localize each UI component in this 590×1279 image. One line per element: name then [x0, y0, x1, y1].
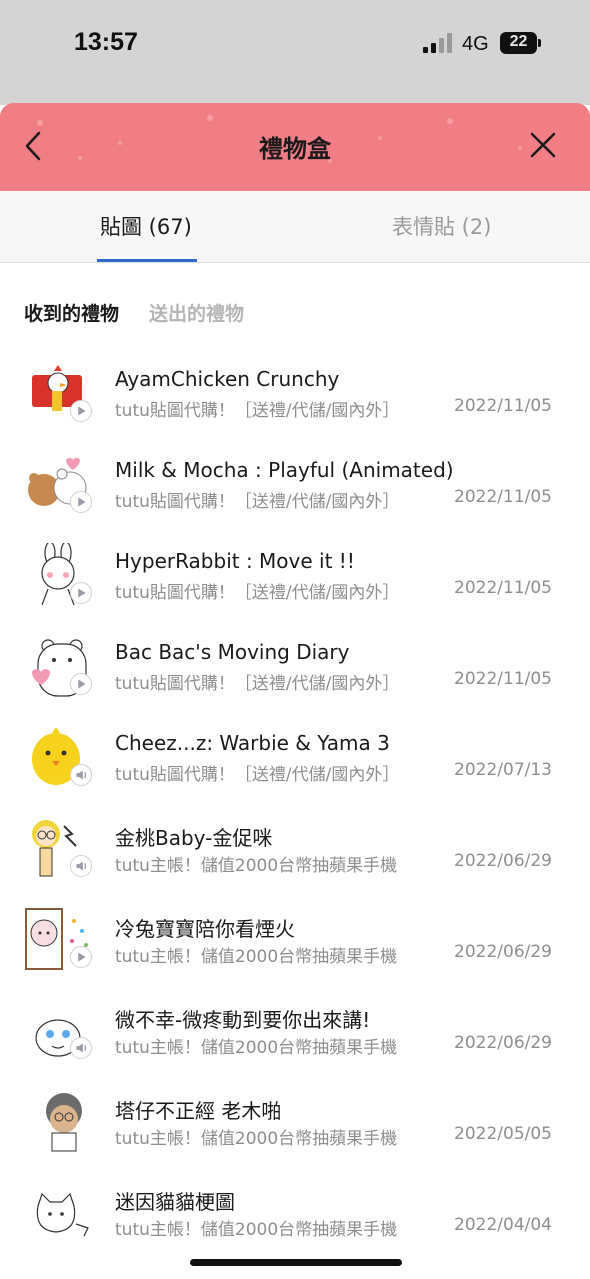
sticker-title: Bac Bac's Moving Diary — [115, 640, 350, 664]
status-bar: 13:57 4G 22 — [0, 0, 590, 105]
lady-sticker-icon — [46, 1093, 82, 1152]
sound-icon — [70, 764, 92, 786]
gift-date: 2022/06/29 — [454, 1033, 552, 1053]
status-time: 13:57 — [74, 28, 138, 56]
play-icon — [70, 491, 92, 513]
sender-name: tutu貼圖代購！［送禮/代儲/國內外］ — [115, 583, 400, 603]
gift-date: 2022/05/05 — [454, 1124, 552, 1144]
sticker-title: 金桃Baby-金促咪 — [115, 826, 273, 850]
list-item[interactable]: AyamChicken Crunchy tutu貼圖代購！［送禮/代儲/國內外］… — [0, 345, 590, 436]
gift-date: 2022/07/13 — [454, 760, 552, 780]
gift-box-sheet: 禮物盒 貼圖 (67) 表情貼 (2) 收到的禮物 送出的禮物 AyamChic… — [0, 103, 590, 1279]
tab-stickers[interactable]: 貼圖 (67) — [100, 211, 192, 241]
signal-icon — [423, 33, 452, 53]
page-title: 禮物盒 — [259, 135, 331, 163]
sender-name: tutu主帳！儲值2000台幣抽蘋果手機 — [115, 1038, 398, 1058]
sender-name: tutu貼圖代購！［送禮/代儲/國內外］ — [115, 765, 400, 785]
gift-date: 2022/06/29 — [454, 942, 552, 962]
gift-date: 2022/11/05 — [454, 487, 552, 507]
network-type: 4G — [462, 33, 489, 55]
sender-name: tutu主帳！儲值2000台幣抽蘋果手機 — [115, 1129, 398, 1149]
sender-name: tutu主帳！儲值2000台幣抽蘋果手機 — [115, 1220, 398, 1240]
list-item[interactable]: Bac Bac's Moving Diary tutu貼圖代購！［送禮/代儲/國… — [0, 618, 590, 709]
sound-icon — [70, 1037, 92, 1059]
list-item[interactable]: HyperRabbit : Move it !! tutu貼圖代購！［送禮/代儲… — [0, 527, 590, 618]
sticker-title: Milk & Mocha : Playful (Animated) — [115, 458, 454, 482]
gift-date: 2022/11/05 — [454, 669, 552, 689]
tab-emoji[interactable]: 表情貼 (2) — [392, 211, 491, 241]
list-item[interactable]: 冷兔寶寶陪你看煙火 tutu主帳！儲值2000台幣抽蘋果手機 2022/06/2… — [0, 891, 590, 982]
cat-sticker-icon — [36, 1192, 89, 1237]
list-item[interactable]: Cheez...z: Warbie & Yama 3 tutu貼圖代購！［送禮/… — [0, 709, 590, 800]
close-button[interactable] — [524, 127, 564, 167]
sender-name: tutu貼圖代購！［送禮/代儲/國內外］ — [115, 492, 400, 512]
home-indicator[interactable] — [190, 1259, 402, 1266]
sender-name: tutu貼圖代購！［送禮/代儲/國內外］ — [115, 401, 400, 421]
list-item[interactable]: Milk & Mocha : Playful (Animated) tutu貼圖… — [0, 436, 590, 527]
sticker-title: 微不幸-微疼動到要你出來講! — [115, 1008, 371, 1032]
sticker-title: 迷因貓貓梗圖 — [115, 1190, 235, 1214]
sound-icon — [70, 855, 92, 877]
list-item[interactable]: 迷因貓貓梗圖 tutu主帳！儲值2000台幣抽蘋果手機 2022/04/04 — [0, 1164, 590, 1255]
list-item[interactable]: 塔仔不正經 老木啪 tutu主帳！儲值2000台幣抽蘋果手機 2022/05/0… — [0, 1073, 590, 1164]
filter-received[interactable]: 收到的禮物 — [24, 299, 119, 326]
header: 禮物盒 — [0, 103, 590, 191]
play-icon — [70, 400, 92, 422]
play-icon — [70, 946, 92, 968]
sticker-title: Cheez...z: Warbie & Yama 3 — [115, 731, 390, 755]
sticker-title: 冷兔寶寶陪你看煙火 — [115, 917, 295, 941]
sender-name: tutu貼圖代購！［送禮/代儲/國內外］ — [115, 674, 400, 694]
sticker-title: 塔仔不正經 老木啪 — [115, 1099, 282, 1123]
active-tab-indicator — [97, 259, 197, 262]
play-icon — [70, 582, 92, 604]
sender-name: tutu主帳！儲值2000台幣抽蘋果手機 — [115, 856, 398, 876]
list-item[interactable]: 金桃Baby-金促咪 tutu主帳！儲值2000台幣抽蘋果手機 2022/06/… — [0, 800, 590, 891]
gift-date: 2022/11/05 — [454, 578, 552, 598]
close-icon — [530, 132, 556, 158]
sticker-title: HyperRabbit : Move it !! — [115, 549, 355, 573]
list-item[interactable]: 微不幸-微疼動到要你出來講! tutu主帳！儲值2000台幣抽蘋果手機 2022… — [0, 982, 590, 1073]
sticker-title: AyamChicken Crunchy — [115, 367, 340, 391]
gift-date: 2022/04/04 — [454, 1215, 552, 1235]
sender-name: tutu主帳！儲值2000台幣抽蘋果手機 — [115, 947, 398, 967]
gift-date: 2022/11/05 — [454, 396, 552, 416]
play-icon — [70, 673, 92, 695]
filter-sent[interactable]: 送出的禮物 — [149, 299, 244, 326]
battery-level: 22 — [509, 33, 528, 50]
gift-date: 2022/06/29 — [454, 851, 552, 871]
battery-icon: 22 — [500, 32, 541, 54]
tab-bar: 貼圖 (67) 表情貼 (2) — [0, 191, 590, 263]
